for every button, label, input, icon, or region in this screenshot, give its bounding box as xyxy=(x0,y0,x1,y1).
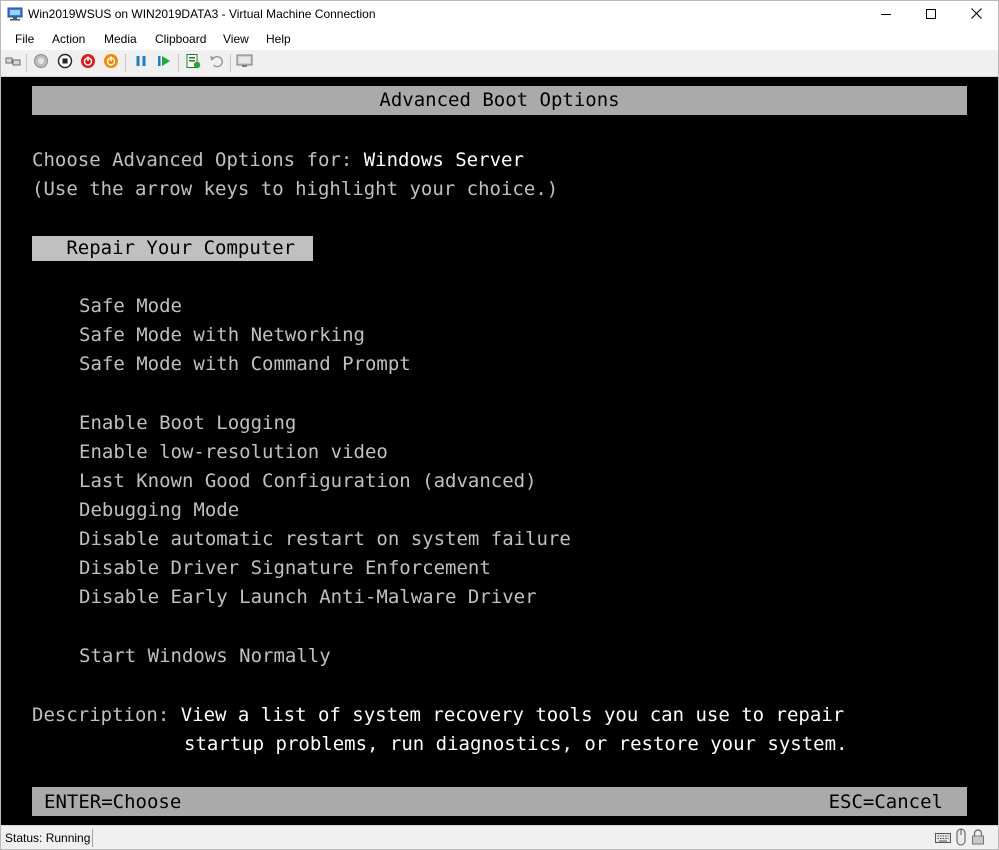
enhanced-session-button[interactable] xyxy=(236,53,254,74)
choose-line: Choose Advanced Options for: Windows Ser… xyxy=(32,149,524,171)
menu-action[interactable]: Action xyxy=(52,32,85,46)
option-last-known-good[interactable]: Last Known Good Configuration (advanced) xyxy=(79,470,537,492)
ctrl-alt-del-button[interactable] xyxy=(5,55,21,71)
choose-label: Choose Advanced Options for: xyxy=(32,149,364,171)
checkpoint-button[interactable] xyxy=(185,53,201,74)
instructions-text: (Use the arrow keys to highlight your ch… xyxy=(32,178,559,200)
vm-connection-icon xyxy=(7,7,23,21)
shut-down-button[interactable] xyxy=(80,53,96,74)
selected-option[interactable]: Repair Your Computer xyxy=(32,236,313,261)
menu-help[interactable]: Help xyxy=(266,32,291,46)
option-repair-your-computer: Repair Your Computer xyxy=(32,237,296,259)
choose-os: Windows Server xyxy=(363,149,524,171)
maximize-icon xyxy=(926,6,936,24)
menu-clipboard[interactable]: Clipboard xyxy=(155,32,206,46)
enter-choose-hint: ENTER=Choose xyxy=(44,791,182,813)
status-bar: Status: Running xyxy=(0,825,999,850)
option-low-resolution-video[interactable]: Enable low-resolution video xyxy=(79,441,388,463)
vm-console-screen[interactable]: Advanced Boot Options Choose Advanced Op… xyxy=(0,77,999,825)
option-disable-driver-signature[interactable]: Disable Driver Signature Enforcement xyxy=(79,557,491,579)
boot-header-title: Advanced Boot Options xyxy=(379,89,620,111)
title-bar: Win2019WSUS on WIN2019DATA3 - Virtual Ma… xyxy=(0,0,999,28)
enhanced-session-icon xyxy=(236,53,254,74)
description-text-1: View a list of system recovery tools you… xyxy=(180,704,845,726)
minimize-button[interactable] xyxy=(863,1,909,29)
ctrl-alt-del-icon xyxy=(5,53,21,74)
description-text-2: startup problems, run diagnostics, or re… xyxy=(184,733,848,755)
turn-off-icon xyxy=(57,53,73,74)
esc-cancel-hint: ESC=Cancel xyxy=(828,791,943,813)
lock-icon xyxy=(971,829,985,845)
menu-bar: File Action Media Clipboard View Help xyxy=(0,28,999,50)
start-icon xyxy=(33,53,49,74)
description-label: Description: xyxy=(32,704,181,726)
turn-off-button[interactable] xyxy=(57,53,73,74)
resume-button[interactable] xyxy=(156,55,172,71)
minimize-icon xyxy=(881,6,891,24)
toolbar xyxy=(0,50,999,77)
shut-down-icon xyxy=(80,53,96,74)
menu-media[interactable]: Media xyxy=(104,32,137,46)
option-safe-mode-command-prompt[interactable]: Safe Mode with Command Prompt xyxy=(79,353,411,375)
power-icon xyxy=(103,53,119,74)
mouse-icon xyxy=(956,828,966,846)
boot-header-bar: Advanced Boot Options xyxy=(32,86,967,115)
option-start-windows-normally[interactable]: Start Windows Normally xyxy=(79,645,331,667)
close-button[interactable] xyxy=(953,1,999,29)
status-text: Status: Running xyxy=(5,831,91,845)
revert-icon xyxy=(208,53,224,74)
description-line-1: Description: View a list of system recov… xyxy=(32,704,844,726)
menu-file[interactable]: File xyxy=(15,32,34,46)
pause-button[interactable] xyxy=(133,55,149,71)
option-safe-mode-networking[interactable]: Safe Mode with Networking xyxy=(79,324,365,346)
keyboard-icon xyxy=(935,831,951,847)
checkpoint-icon xyxy=(185,53,201,74)
option-safe-mode[interactable]: Safe Mode xyxy=(79,295,182,317)
menu-view[interactable]: View xyxy=(223,32,249,46)
pause-icon xyxy=(133,53,149,74)
resume-icon xyxy=(156,53,172,74)
maximize-button[interactable] xyxy=(908,1,954,29)
option-debugging-mode[interactable]: Debugging Mode xyxy=(79,499,239,521)
option-disable-auto-restart[interactable]: Disable automatic restart on system fail… xyxy=(79,528,571,550)
boot-footer-bar: ENTER=Choose ESC=Cancel xyxy=(32,787,967,816)
power-button[interactable] xyxy=(103,53,119,74)
option-disable-elam-driver[interactable]: Disable Early Launch Anti-Malware Driver xyxy=(79,586,537,608)
revert-button[interactable] xyxy=(208,55,224,71)
window-title: Win2019WSUS on WIN2019DATA3 - Virtual Ma… xyxy=(28,7,376,21)
start-button[interactable] xyxy=(33,53,49,74)
option-enable-boot-logging[interactable]: Enable Boot Logging xyxy=(79,412,296,434)
close-icon xyxy=(970,6,982,24)
